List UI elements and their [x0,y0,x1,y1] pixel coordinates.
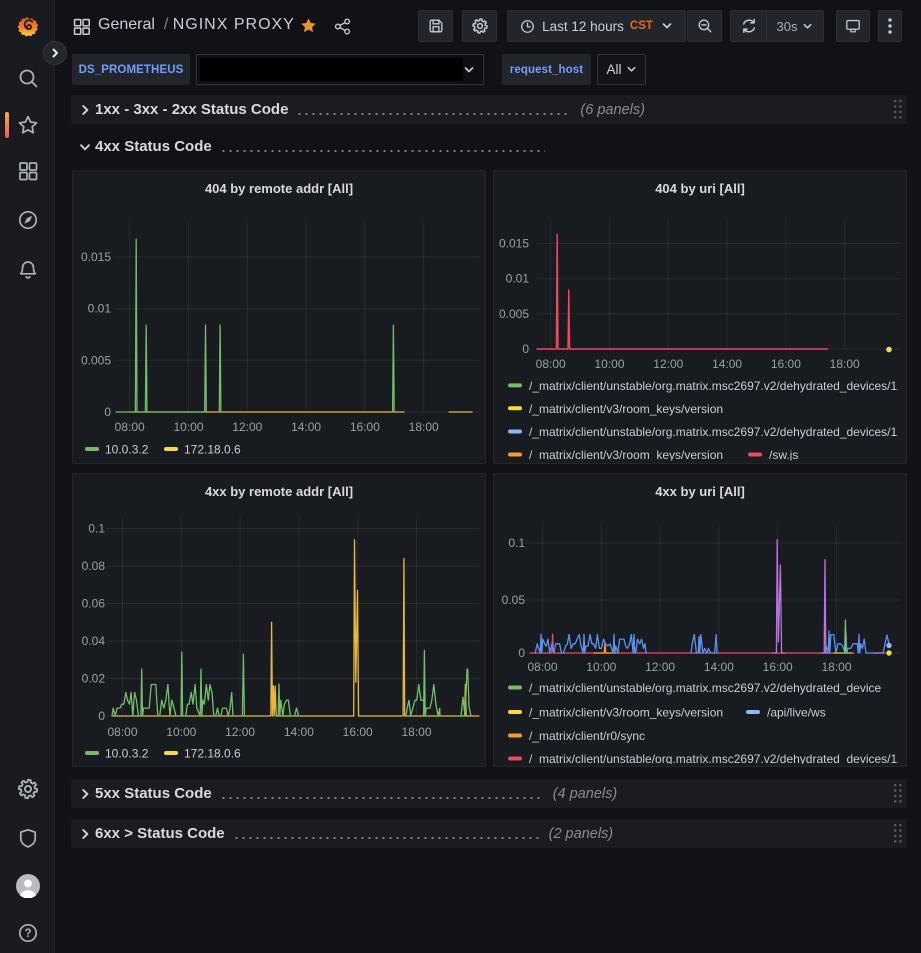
svg-text:0: 0 [98,709,105,723]
svg-text:0.05: 0.05 [502,593,526,607]
svg-text:0: 0 [518,646,525,660]
svg-text:/_matrix/client/v3/room_keys/v: /_matrix/client/v3/room_keys/version [529,706,723,720]
svg-text:/_matrix/client/v3/room_keys/v: /_matrix/client/v3/room_keys/version [529,448,723,462]
svg-text:0.08: 0.08 [82,559,106,573]
svg-text:/_matrix/client/r0/sync: /_matrix/client/r0/sync [529,729,645,743]
svg-text:10:00: 10:00 [166,725,196,739]
svg-text:0.01: 0.01 [506,272,530,286]
svg-text:0.04: 0.04 [82,634,106,648]
svg-text:0.01: 0.01 [88,302,112,316]
svg-text:10:00: 10:00 [586,660,616,674]
svg-text:10:00: 10:00 [173,420,203,434]
svg-text:12:00: 12:00 [653,357,683,371]
svg-text:14:00: 14:00 [291,420,321,434]
svg-text:0.005: 0.005 [499,307,529,321]
svg-text:?: ? [24,928,31,940]
svg-text:12:00: 12:00 [225,725,255,739]
svg-text:14:00: 14:00 [712,357,742,371]
svg-text:0.02: 0.02 [82,672,106,686]
svg-text:0.1: 0.1 [508,536,525,550]
svg-text:/_matrix/client/unstable/org.m: /_matrix/client/unstable/org.matrix.msc2… [529,379,907,393]
svg-text:18:00: 18:00 [409,420,439,434]
svg-text:08:00: 08:00 [527,660,557,674]
svg-text:0.005: 0.005 [81,353,111,367]
svg-text:0: 0 [522,342,529,356]
svg-text:10.0.3.2: 10.0.3.2 [105,747,149,761]
svg-text:/api/live/ws: /api/live/ws [767,706,826,720]
svg-text:0.015: 0.015 [81,250,111,264]
svg-text:18:00: 18:00 [401,725,431,739]
svg-text:16:00: 16:00 [763,660,793,674]
svg-text:/_matrix/client/unstable/org.m: /_matrix/client/unstable/org.matrix.msc2… [529,681,882,695]
svg-text:18:00: 18:00 [830,357,860,371]
svg-text:18:00: 18:00 [821,660,851,674]
svg-text:16:00: 16:00 [350,420,380,434]
svg-text:08:00: 08:00 [115,420,145,434]
svg-text:/_matrix/client/unstable/org.m: /_matrix/client/unstable/org.matrix.msc2… [529,425,907,439]
svg-text:14:00: 14:00 [284,725,314,739]
svg-text:12:00: 12:00 [232,420,262,434]
svg-text:/_matrix/client/unstable/org.m: /_matrix/client/unstable/org.matrix.msc2… [529,752,907,766]
svg-text:0.015: 0.015 [499,237,529,251]
svg-text:/_matrix/client/v3/room_keys/v: /_matrix/client/v3/room_keys/version [529,402,723,416]
svg-text:08:00: 08:00 [536,357,566,371]
svg-text:0: 0 [104,405,111,419]
svg-text:0.1: 0.1 [88,522,105,536]
svg-text:10:00: 10:00 [594,357,624,371]
svg-text:08:00: 08:00 [107,725,137,739]
svg-text:10.0.3.2: 10.0.3.2 [105,443,149,457]
svg-text:172.18.0.6: 172.18.0.6 [184,443,241,457]
svg-text:16:00: 16:00 [343,725,373,739]
svg-text:172.18.0.6: 172.18.0.6 [184,747,241,761]
svg-text:12:00: 12:00 [645,660,675,674]
svg-text:16:00: 16:00 [771,357,801,371]
svg-text:14:00: 14:00 [704,660,734,674]
svg-text:/sw.js: /sw.js [769,448,798,462]
svg-text:0.06: 0.06 [82,597,106,611]
